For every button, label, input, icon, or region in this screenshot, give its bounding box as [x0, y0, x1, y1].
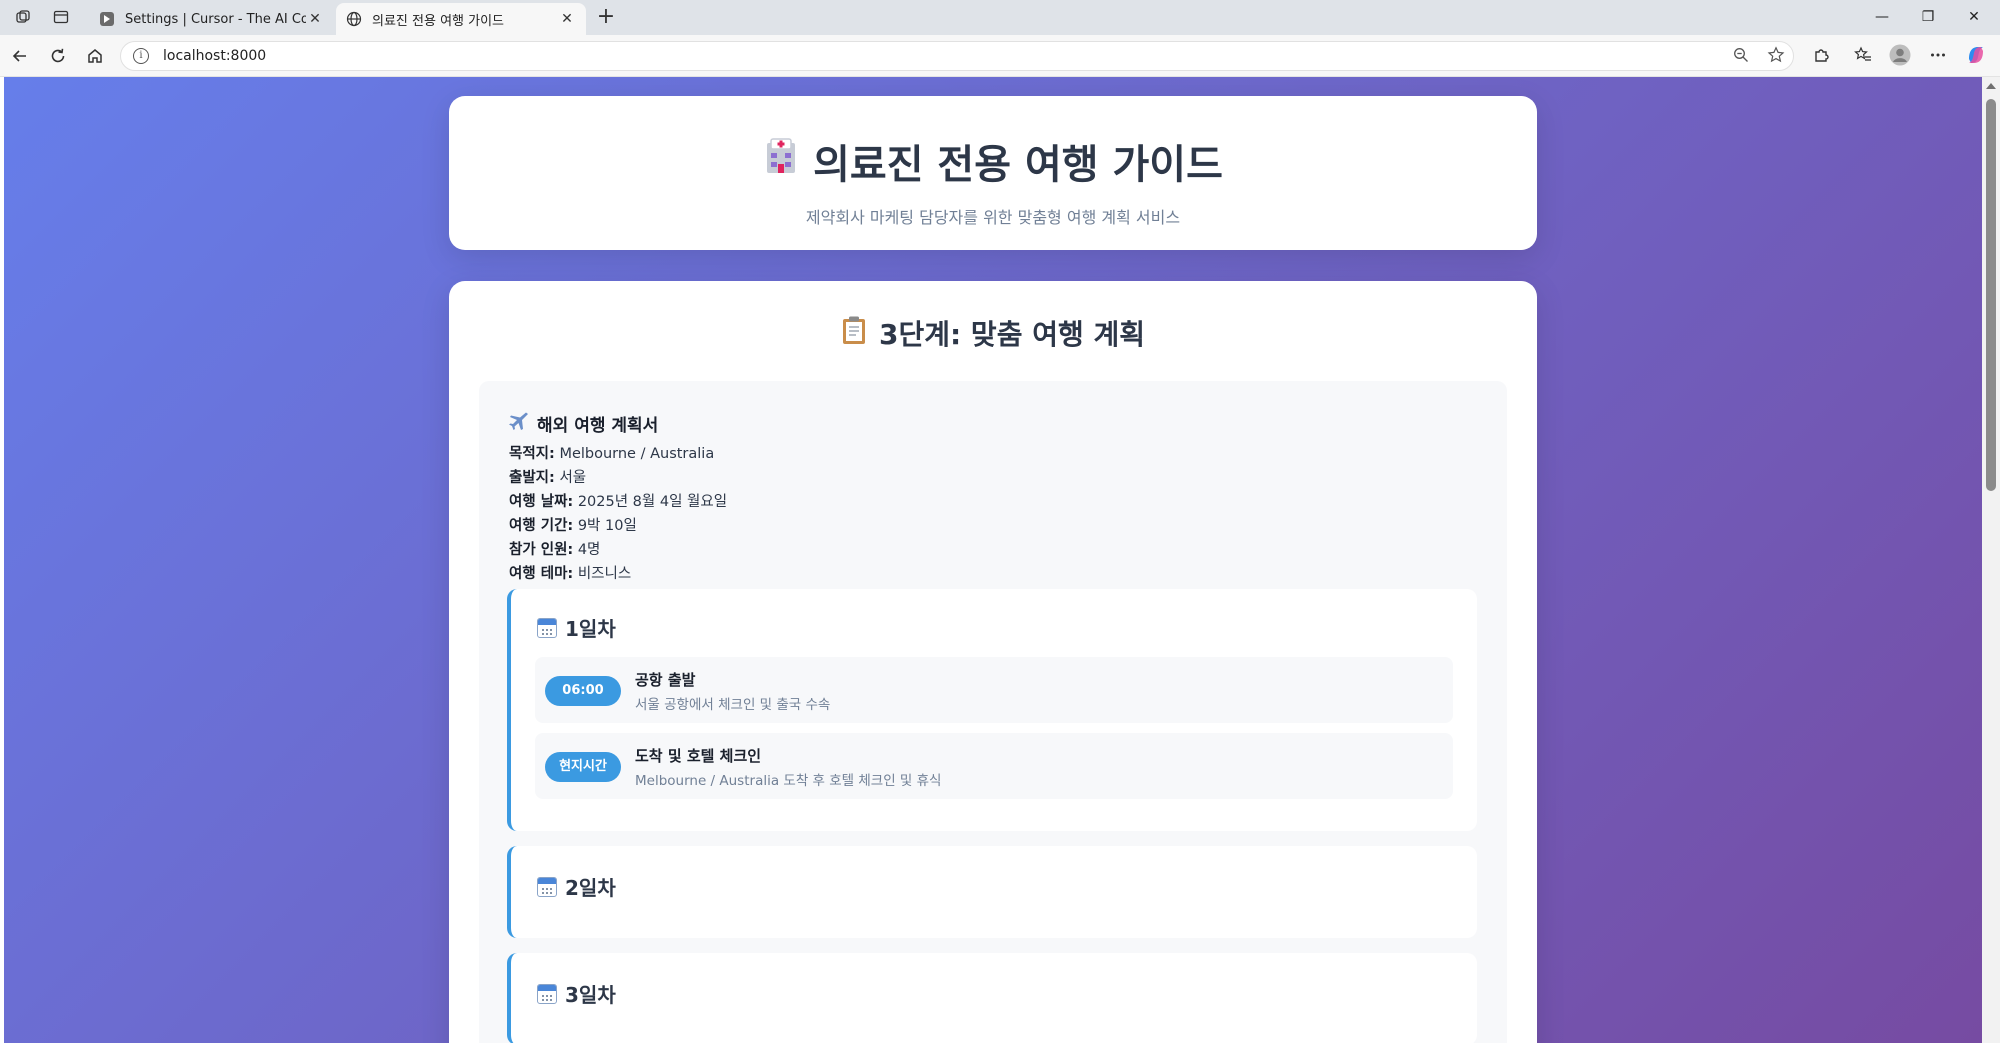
scrollbar-thumb[interactable]: [1986, 99, 1996, 491]
info-label: 여행 테마:: [509, 566, 574, 582]
favorite-star-icon[interactable]: [1764, 43, 1788, 67]
info-participants: 참가 인원: 4명: [509, 538, 1477, 562]
info-theme: 여행 테마: 비즈니스: [509, 562, 1477, 586]
day-title: 3일차: [537, 979, 616, 1008]
info-value: 서울: [559, 470, 587, 486]
step-title: 3단계: 맞춤 여행 계획: [449, 313, 1537, 353]
calendar-icon: [537, 617, 557, 638]
info-value: 9박 10일: [577, 518, 637, 534]
day-card-1: 1일차 06:00 공항 출발 서울 공항에서 체크인 및 출국 수속 현지시간…: [507, 589, 1477, 831]
day-card-2: 2일차: [507, 846, 1477, 938]
hospital-icon: [763, 137, 799, 185]
back-icon[interactable]: [6, 43, 34, 69]
step-title-text: 3단계: 맞춤 여행 계획: [878, 318, 1145, 351]
plan-heading-text: 해외 여행 계획서: [537, 416, 659, 436]
restore-icon[interactable]: ❐: [1908, 4, 1948, 30]
tab-settings-cursor[interactable]: Settings | Cursor - The AI Code Ed ✕: [89, 3, 334, 35]
profile-avatar-icon[interactable]: [1888, 43, 1912, 67]
page-scrollbar[interactable]: [1982, 77, 2000, 1043]
day-title: 1일차: [537, 613, 616, 642]
cursor-favicon-icon: [99, 11, 115, 27]
day-title-text: 1일차: [565, 617, 616, 641]
page-viewport: 의료진 전용 여행 가이드 제약회사 마케팅 담당자를 위한 맞춤형 여행 계획…: [4, 77, 1982, 1043]
address-bar[interactable]: i localhost:8000: [120, 41, 1794, 71]
more-options-icon[interactable]: [1926, 43, 1950, 67]
new-tab-icon[interactable]: +: [592, 4, 620, 30]
favorites-icon[interactable]: [1851, 43, 1875, 67]
workspaces-icon[interactable]: [10, 5, 36, 29]
copilot-icon[interactable]: [1964, 43, 1988, 67]
event-description: Melbourne / Australia 도착 후 호텔 체크인 및 휴식: [635, 773, 942, 789]
tab-travel-guide[interactable]: 의료진 전용 여행 가이드 ✕: [336, 3, 586, 35]
plan-heading: 해외 여행 계획서: [509, 411, 1477, 436]
tab-close-icon[interactable]: ✕: [558, 11, 576, 27]
event-item: 06:00 공항 출발 서울 공항에서 체크인 및 출국 수속: [535, 657, 1453, 723]
zoom-out-icon[interactable]: [1729, 43, 1753, 67]
tab-title: Settings | Cursor - The AI Code Ed: [125, 11, 306, 27]
scroll-up-icon[interactable]: [1986, 83, 1996, 89]
extensions-icon[interactable]: [1809, 43, 1833, 67]
airplane-icon: [509, 411, 529, 436]
info-label: 여행 기간:: [509, 518, 574, 534]
globe-icon: [346, 11, 362, 27]
tab-actions-icon[interactable]: [48, 5, 74, 29]
day-card-3: 3일차: [507, 953, 1477, 1043]
page-subtitle: 제약회사 마케팅 담당자를 위한 맞춤형 여행 계획 서비스: [805, 208, 1181, 227]
info-value: 2025년 8월 4일 월요일: [577, 494, 728, 510]
day-title: 2일차: [537, 872, 616, 901]
clipboard-icon: [841, 315, 867, 352]
header-card: 의료진 전용 여행 가이드 제약회사 마케팅 담당자를 위한 맞춤형 여행 계획…: [449, 96, 1537, 250]
info-label: 여행 날짜:: [509, 494, 574, 510]
info-value: 4명: [577, 542, 601, 558]
calendar-icon: [537, 876, 557, 897]
refresh-icon[interactable]: [44, 43, 72, 69]
close-window-icon[interactable]: ✕: [1954, 4, 1994, 30]
minimize-icon[interactable]: —: [1862, 4, 1902, 30]
calendar-icon: [537, 983, 557, 1004]
event-title: 도착 및 호텔 체크인: [635, 747, 762, 765]
day-title-text: 3일차: [565, 983, 616, 1007]
travel-plan-box: 해외 여행 계획서 목적지: Melbourne / Australia 출발지…: [479, 381, 1507, 1043]
info-label: 출발지:: [509, 470, 555, 486]
info-destination: 목적지: Melbourne / Australia: [509, 442, 1477, 466]
info-label: 참가 인원:: [509, 542, 574, 558]
time-badge: 현지시간: [545, 752, 621, 782]
address-url: localhost:8000: [163, 48, 267, 64]
info-label: 목적지:: [509, 446, 555, 462]
info-departure: 출발지: 서울: [509, 466, 1477, 490]
info-date: 여행 날짜: 2025년 8월 4일 월요일: [509, 490, 1477, 514]
day-title-text: 2일차: [565, 876, 616, 900]
event-description: 서울 공항에서 체크인 및 출국 수속: [635, 697, 831, 713]
site-info-icon[interactable]: i: [133, 48, 149, 64]
event-title: 공항 출발: [635, 671, 696, 689]
page-title: 의료진 전용 여행 가이드: [449, 132, 1537, 190]
event-item: 현지시간 도착 및 호텔 체크인 Melbourne / Australia 도…: [535, 733, 1453, 799]
info-duration: 여행 기간: 9박 10일: [509, 514, 1477, 538]
plan-card: 3단계: 맞춤 여행 계획 해외 여행 계획서 목적지: Melbourne /…: [449, 281, 1537, 1043]
browser-tab-bar: Settings | Cursor - The AI Code Ed ✕ 의료진…: [0, 0, 2000, 35]
time-badge: 06:00: [545, 676, 621, 706]
info-value: 비즈니스: [577, 566, 632, 582]
browser-toolbar: i localhost:8000: [0, 35, 2000, 77]
page-title-text: 의료진 전용 여행 가이드: [813, 142, 1223, 188]
tab-close-icon[interactable]: ✕: [306, 11, 324, 27]
home-icon[interactable]: [81, 43, 109, 69]
tab-title: 의료진 전용 여행 가이드: [372, 13, 504, 29]
info-value: Melbourne / Australia: [559, 446, 715, 462]
